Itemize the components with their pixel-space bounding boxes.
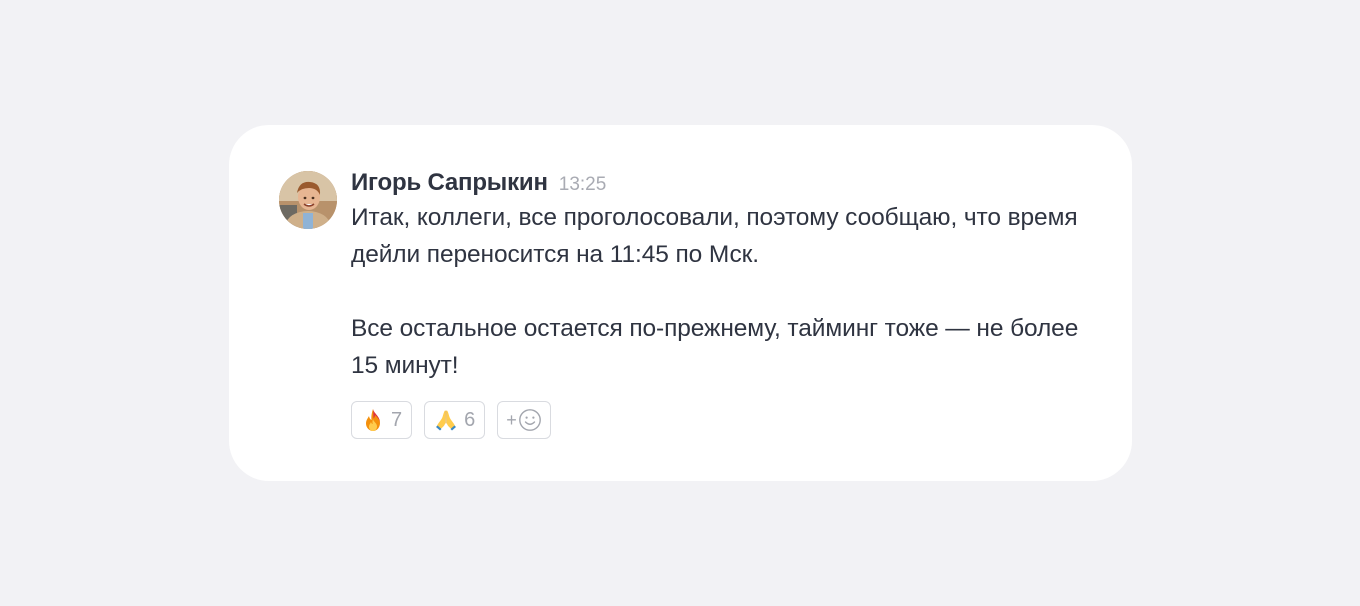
message-paragraph: Все остальное остается по-прежнему, тайм…	[351, 315, 1079, 379]
add-reaction-button[interactable]: +	[497, 401, 551, 439]
reaction-praying-hands[interactable]: 6	[424, 401, 486, 439]
reactions-bar: 7 6 +	[351, 401, 551, 439]
avatar-image	[279, 171, 337, 229]
avatar[interactable]	[279, 171, 337, 229]
author-name[interactable]: Игорь Сапрыкин	[351, 169, 548, 197]
message-header: Игорь Сапрыкин 13:25	[351, 169, 1091, 199]
plus-icon: +	[506, 409, 517, 430]
message-time[interactable]: 13:25	[559, 174, 607, 196]
fire-icon	[361, 408, 385, 432]
message-content: Игорь Сапрыкин 13:25 Итак, коллеги, все …	[351, 169, 1091, 384]
message-paragraph: Итак, коллеги, все проголосовали, поэтом…	[351, 204, 1078, 268]
reaction-count: 6	[464, 408, 476, 431]
reaction-count: 7	[391, 408, 403, 431]
reaction-fire[interactable]: 7	[351, 401, 413, 439]
smiley-icon	[518, 408, 542, 432]
message-body: Итак, коллеги, все проголосовали, поэтом…	[351, 199, 1091, 384]
message-card: Игорь Сапрыкин 13:25 Итак, коллеги, все …	[229, 125, 1132, 481]
praying-hands-icon	[434, 408, 458, 432]
